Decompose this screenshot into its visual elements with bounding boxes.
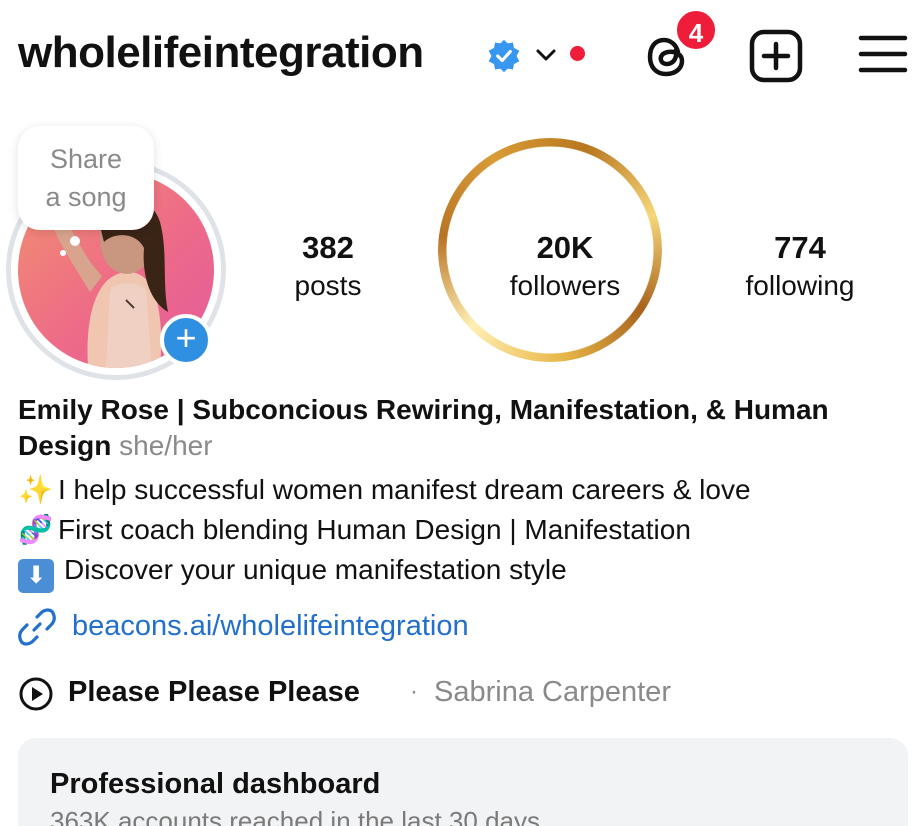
profile-header: wholelifeintegration 4	[0, 0, 922, 112]
pronouns: she/her	[119, 430, 213, 461]
verified-badge-icon	[488, 39, 520, 73]
following-stat[interactable]: 774 following	[720, 228, 880, 304]
threads-notification-badge: 4	[674, 8, 718, 52]
posts-count: 382	[302, 230, 354, 265]
bio-line-1-text: I help successful women manifest dream c…	[58, 474, 751, 505]
music-separator: ·	[410, 678, 418, 705]
dashboard-title: Professional dashboard	[50, 768, 381, 800]
bio-line-3-text: Discover your unique manifestation style	[64, 554, 567, 585]
account-username[interactable]: wholelifeintegration	[18, 28, 424, 78]
dna-emoji: 🧬	[18, 514, 53, 545]
followers-count: 20K	[536, 230, 594, 265]
note-bubble-tail	[70, 236, 80, 246]
new-post-icon[interactable]	[748, 28, 804, 84]
link-icon	[18, 608, 56, 646]
bio-line-2: 🧬 First coach blending Human Design | Man…	[18, 512, 908, 548]
add-story-icon[interactable]: +	[160, 314, 212, 366]
professional-dashboard-card[interactable]: Professional dashboard 363K accounts rea…	[18, 738, 908, 826]
sparkles-emoji: ✨	[18, 474, 53, 505]
song-title: Please Please Please	[68, 676, 360, 708]
note-bubble[interactable]: Share a song	[18, 126, 154, 230]
hamburger-menu-icon[interactable]	[858, 32, 908, 76]
posts-label: posts	[294, 270, 362, 301]
following-label: following	[745, 270, 855, 301]
note-line-2: a song	[45, 182, 127, 212]
note-line-1: Share	[49, 144, 123, 174]
dashboard-subtitle: 363K accounts reached in the last 30 day…	[50, 806, 548, 826]
posts-stat[interactable]: 382 posts	[258, 228, 398, 304]
play-icon[interactable]	[18, 676, 54, 712]
bio-line-3: ⬇ Discover your unique manifestation styl…	[18, 552, 908, 593]
account-switch-notification-dot	[570, 46, 585, 61]
down-arrow-emoji: ⬇	[18, 559, 54, 593]
followers-stat[interactable]: 20K followers	[480, 228, 650, 304]
bio-link-text[interactable]: beacons.ai/wholelifeintegration	[72, 606, 469, 646]
following-count: 774	[774, 230, 826, 265]
chevron-down-icon[interactable]	[533, 42, 559, 68]
profile-display-name: Emily Rose | Subconcious Rewiring, Manif…	[18, 392, 908, 464]
note-bubble-tail-small	[60, 250, 66, 256]
bio-line-1: ✨ I help successful women manifest dream …	[18, 472, 908, 508]
bio-line-2-text: First coach blending Human Design | Mani…	[58, 514, 691, 545]
followers-label: followers	[509, 270, 621, 301]
song-artist: Sabrina Carpenter	[434, 676, 671, 708]
